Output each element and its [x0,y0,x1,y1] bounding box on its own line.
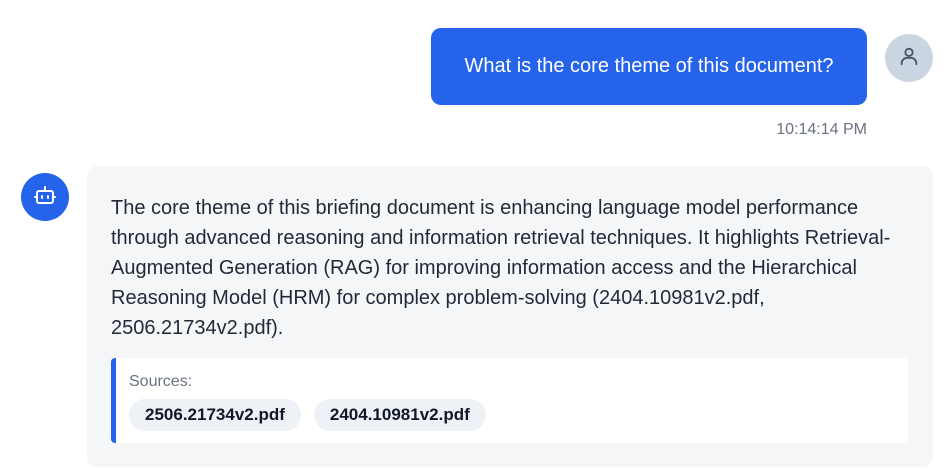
user-icon [898,45,920,72]
source-chip[interactable]: 2404.10981v2.pdf [313,399,486,431]
user-message-bubble: What is the core theme of this document? [431,28,867,105]
user-avatar [885,34,933,82]
robot-icon [33,183,57,212]
user-message-text: What is the core theme of this document? [464,55,834,77]
bot-avatar [21,173,69,221]
source-chip[interactable]: 2506.21734v2.pdf [129,399,301,431]
sources-label: Sources: [129,373,193,390]
bot-message-text: The core theme of this briefing document… [111,197,891,339]
message-timestamp: 10:14:14 PM [776,121,867,138]
sources-panel: Sources: 2506.21734v2.pdf 2404.10981v2.p… [111,358,908,443]
chat-view: What is the core theme of this document?… [0,0,952,469]
source-chip-list: 2506.21734v2.pdf 2404.10981v2.pdf [129,399,486,431]
bot-message-card: The core theme of this briefing document… [87,166,933,467]
